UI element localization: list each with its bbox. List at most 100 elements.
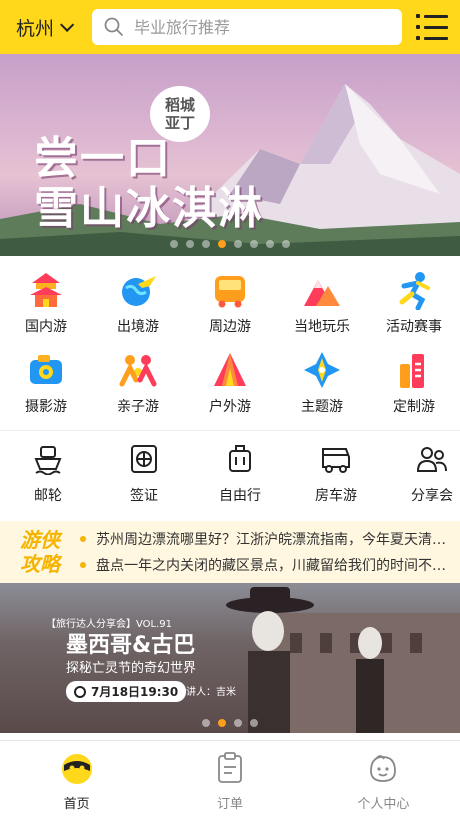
- category-label: 当地玩乐: [294, 319, 350, 335]
- news-item-text: 盘点一年之内关闭的藏区景点，川藏留给我们的时间不多了: [96, 558, 454, 574]
- service-label: 邮轮: [34, 488, 62, 504]
- news-item-text: 苏州周边漂流哪里好？江浙沪皖漂流指南，今年夏天清凉一夏: [96, 532, 454, 548]
- badge-line-2: 亚丁: [164, 114, 195, 132]
- badge-line-1: 稻城: [164, 96, 195, 114]
- guide-logo-line-2: 攻略: [20, 552, 60, 576]
- pagination-dot[interactable]: [282, 240, 290, 248]
- promo-speaker: 主讲人：吉米: [176, 687, 236, 698]
- service-label: 签证: [130, 488, 158, 504]
- tab-orders[interactable]: 订单: [153, 751, 306, 818]
- category-label: 周边游: [209, 319, 251, 335]
- tab-label: 个人中心: [357, 797, 410, 812]
- category-camera[interactable]: 摄影游: [0, 350, 92, 416]
- profile-icon: [370, 755, 397, 782]
- bullet-icon: [80, 562, 86, 568]
- category-globe-plane[interactable]: 出境游: [92, 270, 184, 336]
- ship-icon: [32, 443, 64, 476]
- banner-pagination[interactable]: [0, 240, 460, 248]
- service-label: 自由行: [219, 488, 261, 504]
- pagination-dot[interactable]: [202, 240, 210, 248]
- category-grid: 国内游 出境游 周边游 当地玩乐 活动赛事摄影游 亲子游 户外游 主题游 定制游: [0, 256, 460, 424]
- guide-logo: 游侠 攻略: [0, 528, 80, 576]
- home-mascot-icon: [61, 754, 92, 784]
- pagination-dot[interactable]: [234, 719, 242, 727]
- runner-icon: [394, 270, 434, 311]
- category-custom-bars[interactable]: 定制游: [368, 350, 460, 416]
- news-item[interactable]: 盘点一年之内关闭的藏区景点，川藏留给我们的时间不多了: [80, 552, 460, 578]
- top-bar: 杭州: [0, 0, 460, 54]
- category-label: 户外游: [209, 399, 251, 415]
- promo-banner[interactable]: 【旅行达人分享会】VOL.91 墨西哥&古巴 探秘亡灵节的奇幻世界 7月18日1…: [0, 583, 460, 733]
- guide-logo-line-1: 游侠: [20, 528, 60, 552]
- tent-icon: [210, 350, 250, 390]
- tab-home[interactable]: 首页: [0, 751, 153, 818]
- service-rv[interactable]: 房车游: [288, 443, 384, 505]
- search-box[interactable]: [92, 9, 402, 45]
- service-visa[interactable]: 签证: [96, 443, 192, 505]
- service-label: 房车游: [315, 488, 357, 504]
- category-family[interactable]: 亲子游: [92, 350, 184, 416]
- custom-bars-icon: [394, 350, 434, 390]
- bus-icon: [210, 270, 250, 310]
- service-luggage[interactable]: 自由行: [192, 443, 288, 505]
- pagination-dot[interactable]: [250, 240, 258, 248]
- search-input[interactable]: [134, 17, 354, 37]
- category-label: 亲子游: [117, 399, 159, 415]
- bullet-icon: [80, 536, 86, 542]
- pagination-dot[interactable]: [250, 719, 258, 727]
- tab-profile[interactable]: 个人中心: [307, 751, 460, 818]
- category-label: 国内游: [25, 319, 67, 335]
- city-label: 杭州: [16, 17, 55, 40]
- hero-banner[interactable]: 尝一口 雪山冰淇淋 稻城 亚丁: [0, 54, 460, 256]
- tab-label: 首页: [63, 797, 90, 812]
- service-share-people[interactable]: 分享会: [384, 443, 460, 505]
- destination-badge: 稻城 亚丁: [150, 86, 210, 142]
- news-ticker: 游侠 攻略 苏州周边漂流哪里好？江浙沪皖漂流指南，今年夏天清凉一夏 盘点一年之内…: [0, 521, 460, 583]
- compass-icon: [302, 350, 342, 390]
- category-mountain[interactable]: 当地玩乐: [276, 270, 368, 336]
- camera-icon: [26, 350, 66, 390]
- app-root: 杭州 尝一口 雪山冰淇淋 稻城 亚丁: [0, 0, 460, 818]
- clock-icon: [74, 685, 86, 698]
- luggage-icon: [224, 443, 256, 475]
- category-label: 活动赛事: [386, 319, 442, 335]
- chevron-down-icon: [60, 17, 75, 32]
- promo-title: 墨西哥&古巴: [66, 633, 196, 658]
- category-label: 出境游: [117, 319, 159, 335]
- category-pagoda[interactable]: 国内游: [0, 270, 92, 336]
- share-people-icon: [416, 443, 448, 475]
- promo-pagination[interactable]: [0, 719, 460, 727]
- service-label: 分享会: [411, 488, 453, 504]
- category-bus[interactable]: 周边游: [184, 270, 276, 336]
- search-icon: [104, 17, 123, 36]
- category-compass[interactable]: 主题游: [276, 350, 368, 416]
- pagination-dot[interactable]: [218, 719, 226, 727]
- promo-date-text: 7月18日19:30: [91, 685, 179, 699]
- pagination-dot[interactable]: [170, 240, 178, 248]
- promo-date: 7月18日19:30: [66, 681, 187, 702]
- banner-headline-2: 雪山冰淇淋: [34, 183, 264, 234]
- tab-label: 订单: [216, 797, 243, 812]
- category-label: 主题游: [301, 399, 343, 415]
- pagination-dot[interactable]: [186, 240, 194, 248]
- pagoda-icon: [26, 270, 66, 310]
- category-label: 摄影游: [25, 399, 67, 415]
- menu-icon[interactable]: [416, 12, 450, 42]
- category-runner[interactable]: 活动赛事: [368, 270, 460, 336]
- family-icon: [118, 350, 158, 390]
- city-selector[interactable]: 杭州: [16, 14, 92, 41]
- mountain-icon: [302, 270, 342, 310]
- pagination-dot[interactable]: [234, 240, 242, 248]
- visa-icon: [128, 443, 160, 475]
- pagination-dot[interactable]: [266, 240, 274, 248]
- globe-plane-icon: [118, 270, 158, 310]
- service-row: 邮轮 签证 自由行 房车游 分享会: [0, 431, 460, 513]
- news-item[interactable]: 苏州周边漂流哪里好？江浙沪皖漂流指南，今年夏天清凉一夏: [80, 526, 460, 552]
- pagination-dot[interactable]: [202, 719, 210, 727]
- order-icon: [218, 752, 242, 783]
- bottom-tab-bar: 首页 订单 个人中心: [0, 740, 460, 818]
- service-ship[interactable]: 邮轮: [0, 443, 96, 505]
- promo-subtitle: 探秘亡灵节的奇幻世界: [66, 661, 197, 676]
- pagination-dot[interactable]: [218, 240, 226, 248]
- category-tent[interactable]: 户外游: [184, 350, 276, 416]
